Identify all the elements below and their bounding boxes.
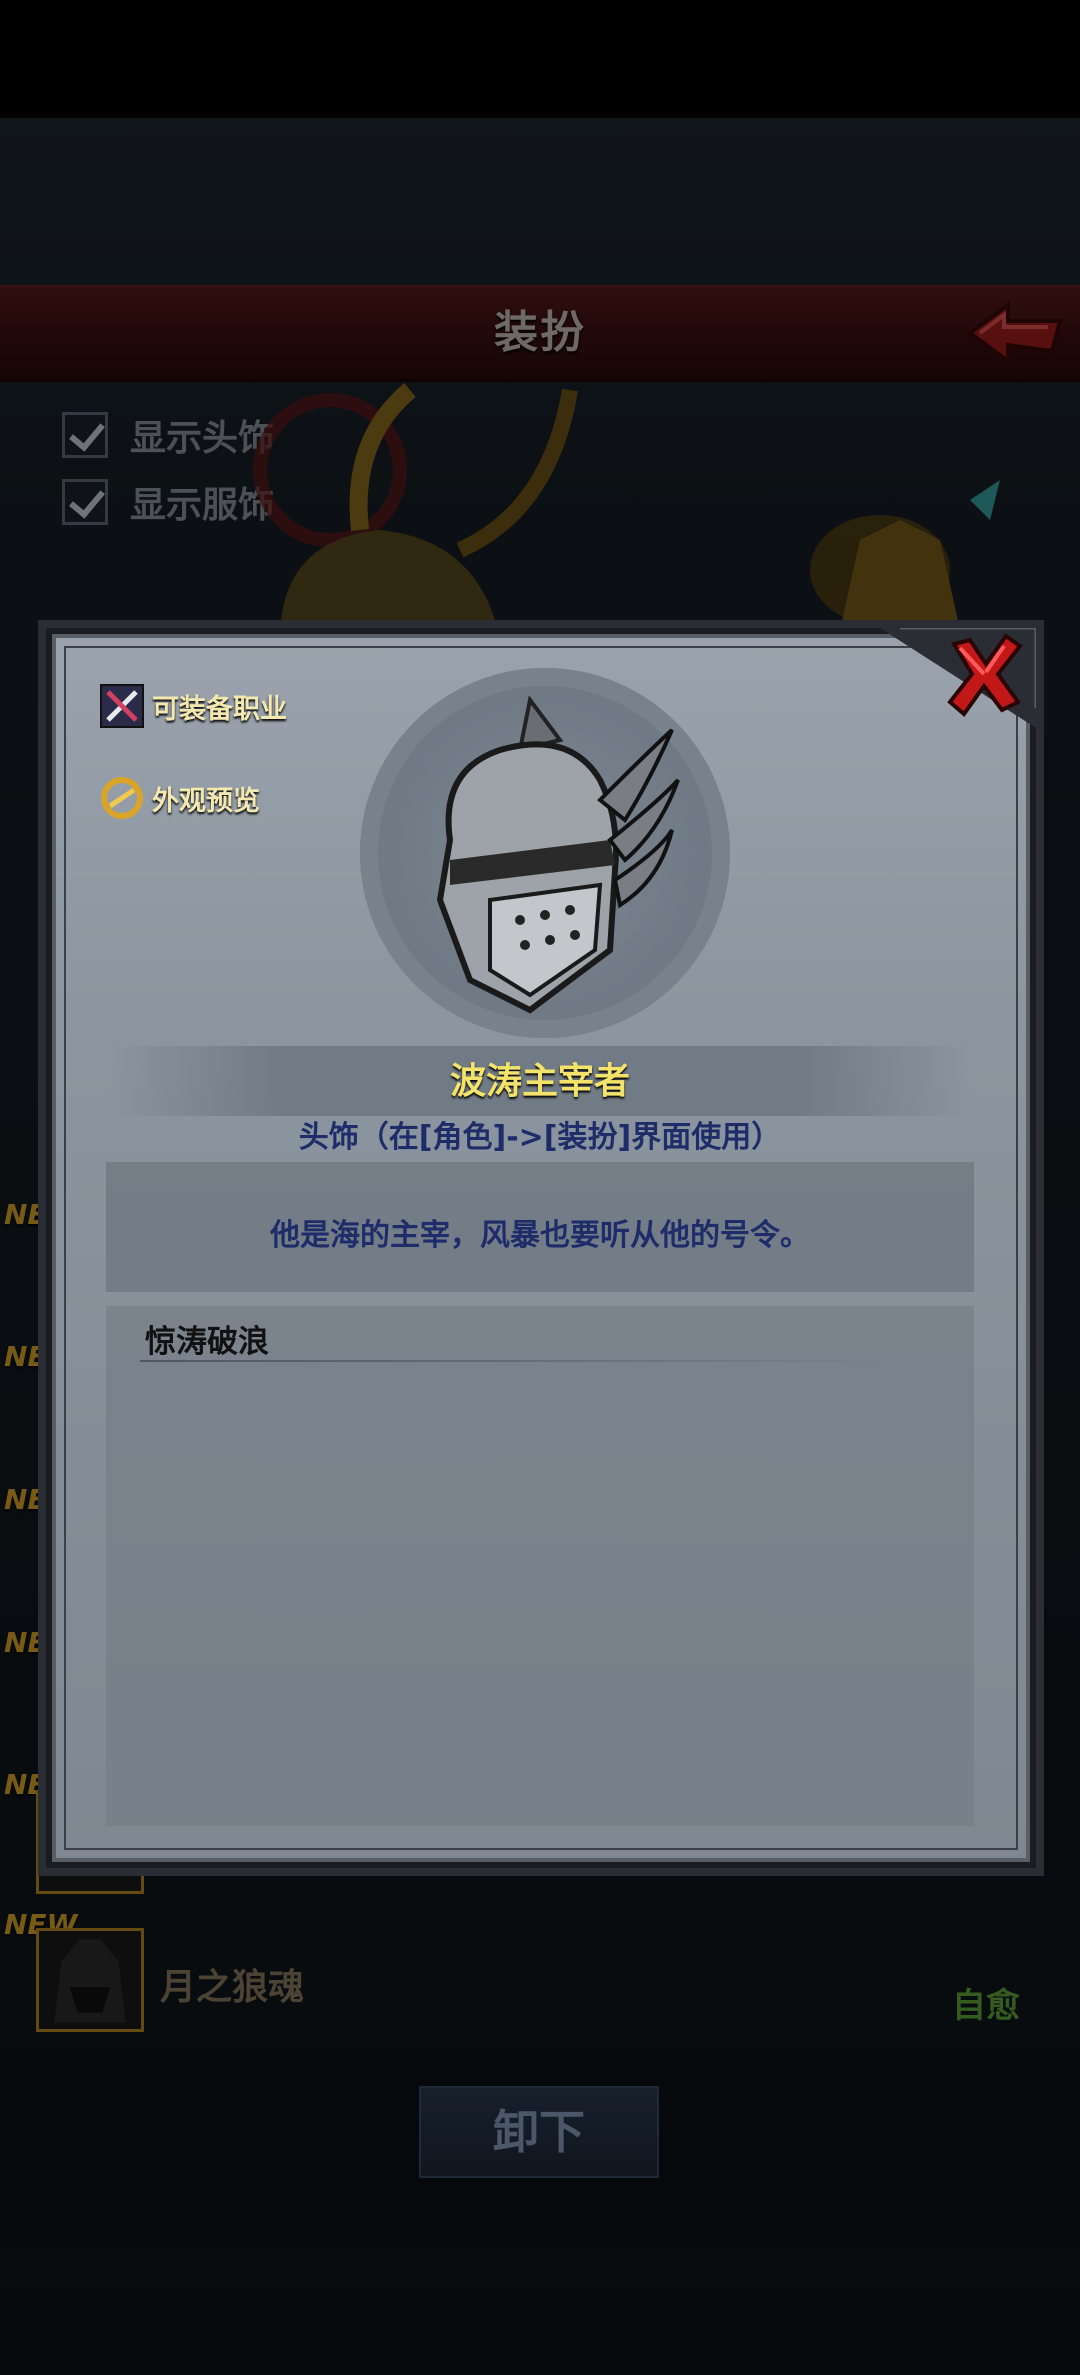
class-icon bbox=[100, 684, 144, 728]
side-link-label: 外观预览 bbox=[152, 785, 260, 817]
appearance-preview-link[interactable]: 外观预览 bbox=[100, 776, 260, 820]
preview-icon bbox=[101, 777, 143, 819]
close-icon[interactable] bbox=[940, 628, 1030, 718]
item-description: 他是海的主宰，风暴也要听从他的号令。 bbox=[270, 1218, 810, 1253]
side-link-label: 可装备职业 bbox=[152, 693, 287, 725]
skill-box bbox=[106, 1306, 974, 1826]
item-title: 波涛主宰者 bbox=[449, 1061, 630, 1102]
helmet-image bbox=[436, 695, 680, 1014]
skill-title: 惊涛破浪 bbox=[145, 1324, 269, 1360]
equippable-classes-link[interactable]: 可装备职业 bbox=[100, 684, 287, 728]
item-type: 头饰（在[角色]->[装扮]界面使用） bbox=[298, 1120, 782, 1155]
skill-divider bbox=[140, 1360, 900, 1362]
